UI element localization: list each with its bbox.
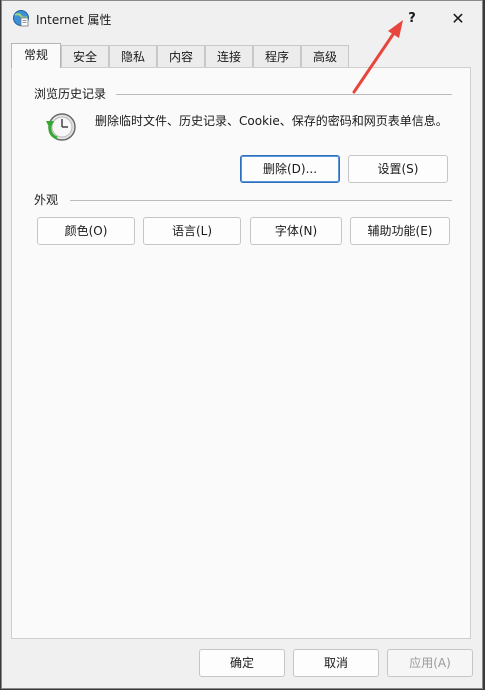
red-annotation-arrow <box>352 20 403 94</box>
section-divider <box>70 200 452 201</box>
apply-button[interactable]: 应用(A) <box>387 649 473 677</box>
appearance-heading: 外观 <box>34 193 59 207</box>
general-tab-panel: 浏览历史记录 删除临时文件、历史记录、Cookie、保存的密码和网页表单信息。 … <box>11 67 471 639</box>
ok-button[interactable]: 确定 <box>199 649 285 677</box>
cancel-button[interactable]: 取消 <box>293 649 379 677</box>
delete-button[interactable]: 删除(D)... <box>240 155 340 183</box>
fonts-button[interactable]: 字体(N) <box>250 217 342 245</box>
colors-button[interactable]: 颜色(O) <box>37 217 135 245</box>
settings-button[interactable]: 设置(S) <box>348 155 448 183</box>
languages-button[interactable]: 语言(L) <box>143 217 241 245</box>
accessibility-button[interactable]: 辅助功能(E) <box>350 217 450 245</box>
tab-general[interactable]: 常规 <box>11 43 61 68</box>
